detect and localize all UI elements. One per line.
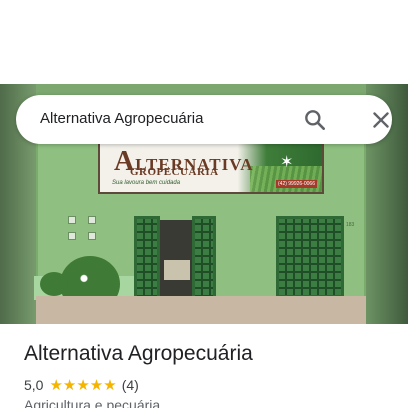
wall-vent <box>88 232 96 240</box>
star-rating-icon: ★★★★★ <box>49 377 117 394</box>
close-icon[interactable] <box>368 107 394 133</box>
sidewalk <box>36 296 366 324</box>
window-gate <box>276 216 344 298</box>
top-blank-area <box>0 0 408 84</box>
sign-line2: GROPECUARIA <box>130 166 219 178</box>
right-door <box>192 216 216 306</box>
place-title[interactable]: Alternativa Agropecuária <box>24 342 253 366</box>
building-number: 183 <box>346 222 355 228</box>
sign-star-icon: ✶ <box>280 154 294 171</box>
place-category: Agricultura e pecuária <box>24 397 161 408</box>
counter <box>164 260 190 280</box>
search-icon[interactable] <box>302 107 328 133</box>
small-bush <box>40 272 68 296</box>
sign-phone: (42) 99926-0066 <box>276 180 317 188</box>
store-sign: ALTERNATIVA GROPECUARIA Sua lavoura bem … <box>98 142 324 194</box>
wall-vent <box>68 216 76 224</box>
wall-vent <box>68 232 76 240</box>
left-door <box>134 216 160 306</box>
wall-vent <box>88 216 96 224</box>
rating-row[interactable]: 5,0 ★★★★★ (4) <box>24 376 139 394</box>
rating-value: 5,0 <box>24 377 44 393</box>
open-doorway <box>160 220 192 304</box>
search-bar[interactable]: Alternativa Agropecuária <box>16 95 392 144</box>
sign-slogan: Sua lavoura bem cuidada <box>112 180 181 186</box>
search-input[interactable]: Alternativa Agropecuária <box>40 110 203 127</box>
review-count[interactable]: (4) <box>122 377 139 393</box>
